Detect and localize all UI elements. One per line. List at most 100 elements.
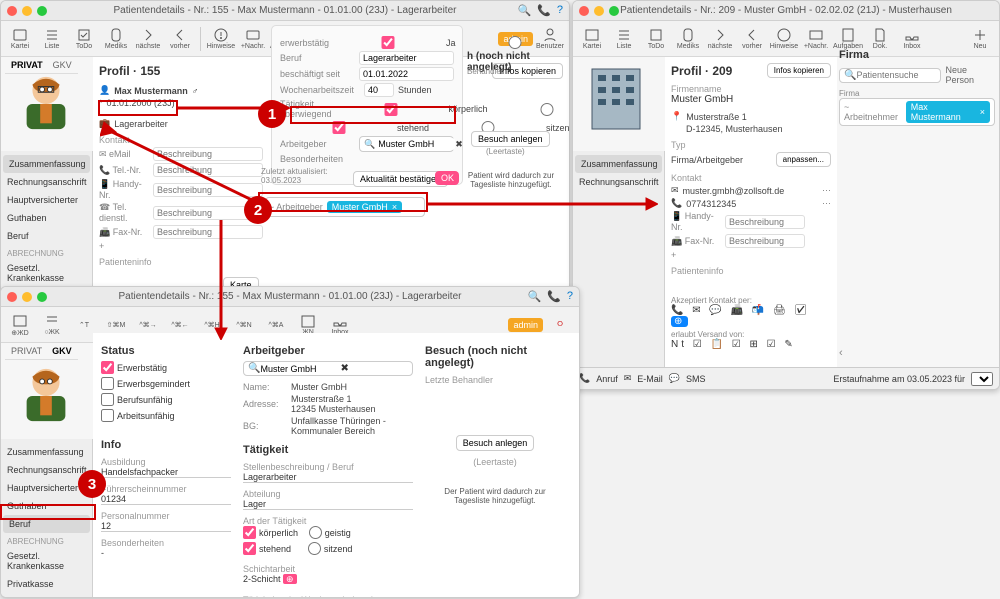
titlebar[interactable]: Patientendetails - Nr.: 155 - Max Muster… xyxy=(1,1,569,21)
search-icon[interactable]: 🔍 xyxy=(517,4,531,17)
nein-radio[interactable]: Nein xyxy=(460,36,570,49)
sitzend-chk[interactable]: sitzend xyxy=(308,542,353,555)
sidebar-item-beruf[interactable]: Beruf xyxy=(1,227,92,245)
sidebar-zf[interactable]: Zusammenfassung xyxy=(1,443,92,461)
tb-todo[interactable]: ToDo xyxy=(641,23,671,55)
minimize-icon[interactable] xyxy=(22,292,32,302)
tb-nachste[interactable]: nächste xyxy=(133,23,163,55)
tb-nachste[interactable]: nächste xyxy=(705,23,735,55)
tb-mediks[interactable]: Mediks xyxy=(101,23,131,55)
close-icon[interactable] xyxy=(7,292,17,302)
ag-search-input[interactable] xyxy=(260,364,340,374)
tab-privat[interactable]: PRIVAT xyxy=(11,346,42,356)
sidebar-item-gkk[interactable]: Gesetzl. Krankenkasse xyxy=(1,259,92,287)
firma-chip[interactable]: Max Mustermann× xyxy=(906,101,990,123)
tb-kartei[interactable]: Kartei xyxy=(577,23,607,55)
tb-kartei[interactable]: Kartei xyxy=(5,23,35,55)
sidebar-rech[interactable]: Rechnungsanschrift xyxy=(1,461,92,479)
tb-liste[interactable]: Liste xyxy=(37,23,67,55)
ja-radio[interactable]: Ja xyxy=(333,36,456,49)
more-icon[interactable]: ⋯ xyxy=(822,185,831,196)
erst-select[interactable] xyxy=(971,372,993,386)
tb-todo[interactable]: ToDo xyxy=(69,23,99,55)
abt-val[interactable]: Lager xyxy=(243,499,413,510)
tb-nachr[interactable]: +Nachr. xyxy=(238,23,268,55)
anpassen-button[interactable]: anpassen... xyxy=(776,152,831,167)
chip-close-icon[interactable]: × xyxy=(980,107,985,117)
minimize-icon[interactable] xyxy=(22,6,32,16)
bes-val[interactable]: - xyxy=(101,548,231,558)
zoom-icon[interactable] xyxy=(37,292,47,302)
beruf-input[interactable] xyxy=(359,51,454,65)
infos-button[interactable]: Infos kopieren xyxy=(767,63,831,78)
clear-icon[interactable]: ✖ xyxy=(455,139,463,150)
ag-search-input[interactable] xyxy=(375,138,455,150)
geistig-chk[interactable]: geistig xyxy=(309,526,351,539)
minimize-icon[interactable] xyxy=(594,6,604,16)
pnr-val[interactable]: 12 xyxy=(101,521,231,532)
zoom-icon[interactable] xyxy=(609,6,619,16)
tab-gkv[interactable]: GKV xyxy=(53,60,72,70)
fsn-val[interactable]: 01234 xyxy=(101,494,231,505)
more-icon[interactable]: ⋯ xyxy=(822,198,831,209)
sidebar-item-zusammenfassung[interactable]: Zusammenfassung xyxy=(3,155,90,173)
geistig-chk[interactable]: geistig xyxy=(492,103,570,116)
anruf-btn[interactable]: Anruf xyxy=(596,374,618,384)
fax-input[interactable] xyxy=(153,225,263,239)
clear-icon[interactable]: ✖ xyxy=(340,363,348,374)
ausb-val[interactable]: Handelsfachpacker xyxy=(101,467,231,478)
plus-btn[interactable]: + xyxy=(671,250,721,260)
firma-search[interactable]: 🔍 xyxy=(839,68,941,83)
sidebar-bg[interactable]: Berufsgenossenschaft xyxy=(1,593,92,598)
search-icon[interactable]: 🔍 xyxy=(527,290,541,303)
sidebar-item-zf[interactable]: Zusammenfassung xyxy=(575,155,662,173)
waz-input[interactable] xyxy=(364,83,394,97)
tb-vorher[interactable]: vorher xyxy=(165,23,195,55)
ag-search[interactable]: 🔍✖ xyxy=(243,361,413,376)
koerper-chk[interactable]: körperlich xyxy=(243,526,298,539)
phone-icon[interactable]: 📞 xyxy=(537,4,551,17)
egm-chk[interactable]: Erwerbsgemindert xyxy=(101,377,190,390)
sidebar-item-hauptvers[interactable]: Hauptversicherter xyxy=(1,191,92,209)
aktualitaet-button[interactable]: Aktualität bestätigen xyxy=(353,171,448,187)
besuch-anlegen-button[interactable]: Besuch anlegen xyxy=(456,435,535,451)
besuch-anlegen-button[interactable]: Besuch anlegen xyxy=(471,131,550,147)
erl-icons[interactable]: Nt ☑ 📋 ☑ ⊞ ☑ ✎ xyxy=(671,339,831,350)
tb-mediks[interactable]: Mediks xyxy=(673,23,703,55)
tb-g2[interactable]: ○ЖK xyxy=(37,309,67,341)
neue-person[interactable]: Neue Person xyxy=(945,65,995,85)
stehend-chk[interactable]: stehend xyxy=(243,542,291,555)
ok-button[interactable]: OK xyxy=(435,171,459,185)
sidebar-pk[interactable]: Privatkasse xyxy=(1,575,92,593)
seit-input[interactable] xyxy=(359,67,454,81)
sidebar-item-guthaben[interactable]: Guthaben xyxy=(1,209,92,227)
tb-nachr[interactable]: +Nachr. xyxy=(801,23,831,55)
firma-search-input[interactable] xyxy=(856,70,936,80)
chevron-left-icon[interactable]: ‹ xyxy=(839,347,843,359)
close-icon[interactable] xyxy=(7,6,17,16)
zoom-icon[interactable] xyxy=(37,6,47,16)
tab-gkv[interactable]: GKV xyxy=(52,346,72,356)
buf-chk[interactable]: Berufsunfähig xyxy=(101,393,173,406)
tb-vorher[interactable]: vorher xyxy=(737,23,767,55)
sms-btn[interactable]: SMS xyxy=(686,374,706,384)
tb-hinweise[interactable]: Hinweise xyxy=(206,23,236,55)
titlebar[interactable]: Patientendetails - Nr.: 209 - Muster Gmb… xyxy=(573,1,999,21)
tb-hinweise[interactable]: Hinweise xyxy=(769,23,799,55)
akz-icons[interactable]: 📞 ✉ 💬 📠 📬 🖨 ☑ ⊕ xyxy=(671,305,831,327)
phone-icon[interactable]: 📞 xyxy=(547,290,561,303)
sb-val[interactable]: Lagerarbeiter xyxy=(243,472,413,483)
plus-btn[interactable]: + xyxy=(99,241,149,251)
fax-input[interactable] xyxy=(725,234,805,248)
erw-chk[interactable]: Erwerbstätig xyxy=(101,361,167,374)
tab-privat[interactable]: PRIVAT xyxy=(11,60,43,70)
schicht-val[interactable]: 2-Schicht ⊕ xyxy=(243,574,413,585)
titlebar[interactable]: Patientendetails - Nr.: 155 - Max Muster… xyxy=(1,287,579,307)
firma-chipbox[interactable]: ~ Arbeitnehmer Max Mustermann× xyxy=(839,98,995,126)
help-icon[interactable]: ? xyxy=(567,290,573,303)
auf-chk[interactable]: Arbeitsunfähig xyxy=(101,409,175,422)
handy-input[interactable] xyxy=(725,215,805,229)
sidebar-item-rechnung[interactable]: Rechnungsanschrift xyxy=(1,173,92,191)
email-btn[interactable]: E-Mail xyxy=(637,374,663,384)
ag-search[interactable]: 🔍✖ xyxy=(359,136,454,152)
